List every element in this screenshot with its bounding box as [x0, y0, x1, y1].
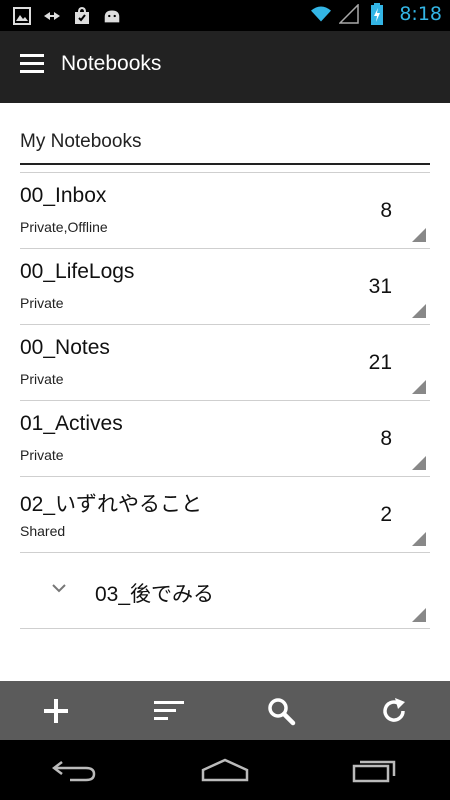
notebook-name: 00_Inbox [20, 184, 107, 207]
home-icon [201, 758, 249, 782]
back-button[interactable] [35, 740, 115, 800]
shopping-bag-icon [72, 6, 92, 26]
partially-hidden-row [100, 657, 310, 661]
corner-triangle-icon [412, 228, 426, 242]
navigation-bar [0, 740, 450, 800]
notebook-sharing: Private [20, 447, 64, 463]
notebook-row[interactable]: 01_Actives Private 8 [20, 401, 430, 477]
system-icons: 8:18 [311, 3, 442, 25]
sort-button[interactable] [139, 681, 199, 740]
notebook-name: 02_いずれやること [20, 493, 203, 516]
note-count: 2 [380, 503, 392, 526]
note-count: 8 [380, 199, 392, 222]
recent-apps-button[interactable] [335, 740, 415, 800]
add-icon [44, 698, 69, 723]
search-button[interactable] [251, 681, 311, 740]
notebook-row[interactable]: 00_Notes Private 21 [20, 325, 430, 401]
notification-icons [12, 6, 122, 26]
note-count: 8 [380, 427, 392, 450]
notebook-list[interactable]: My Notebooks 00_Inbox Private,Offline 8 … [0, 103, 450, 681]
corner-triangle-icon [412, 304, 426, 318]
bottom-toolbar [0, 681, 450, 740]
notebook-sharing: Private,Offline [20, 219, 108, 235]
add-button[interactable] [26, 681, 86, 740]
refresh-icon [383, 697, 405, 722]
notebook-row[interactable]: 00_Inbox Private,Offline 8 [20, 173, 430, 249]
notebook-stack-row[interactable]: 03_後でみる [20, 553, 430, 629]
stack-name: 03_後でみる [95, 583, 215, 606]
note-count: 21 [368, 351, 392, 374]
android-icon [102, 6, 122, 26]
wifi-icon [311, 4, 332, 24]
notebook-name: 00_LifeLogs [20, 260, 135, 283]
status-bar: 8:18 [0, 0, 450, 31]
notebook-name: 01_Actives [20, 412, 123, 435]
recent-apps-icon [352, 760, 396, 783]
battery-charging-icon [367, 3, 387, 25]
sort-icon [153, 700, 184, 720]
clock: 8:18 [399, 3, 442, 25]
page-title: Notebooks [61, 52, 162, 75]
menu-icon[interactable] [20, 54, 50, 80]
corner-triangle-icon [412, 380, 426, 394]
back-icon [52, 761, 96, 782]
image-icon [12, 6, 32, 26]
refresh-button[interactable] [364, 681, 424, 740]
notebook-row[interactable]: 02_いずれやること Shared 2 [20, 477, 430, 553]
notebook-sharing: Private [20, 295, 64, 311]
chevron-down-icon[interactable] [50, 579, 68, 597]
corner-triangle-icon [412, 532, 426, 546]
section-header: My Notebooks [20, 131, 430, 165]
notebook-sharing: Shared [20, 523, 66, 539]
corner-triangle-icon [412, 608, 426, 622]
signal-icon [339, 4, 360, 24]
search-icon [268, 697, 296, 725]
home-button[interactable] [185, 740, 265, 800]
notebook-sharing: Private [20, 371, 64, 387]
corner-triangle-icon [412, 456, 426, 470]
usb-debug-icon [42, 6, 62, 26]
notebook-row[interactable]: 00_LifeLogs Private 31 [20, 249, 430, 325]
action-bar: Notebooks [0, 31, 450, 103]
note-count: 31 [368, 275, 392, 298]
notebook-name: 00_Notes [20, 336, 110, 359]
section-header-label: My Notebooks [20, 131, 142, 152]
